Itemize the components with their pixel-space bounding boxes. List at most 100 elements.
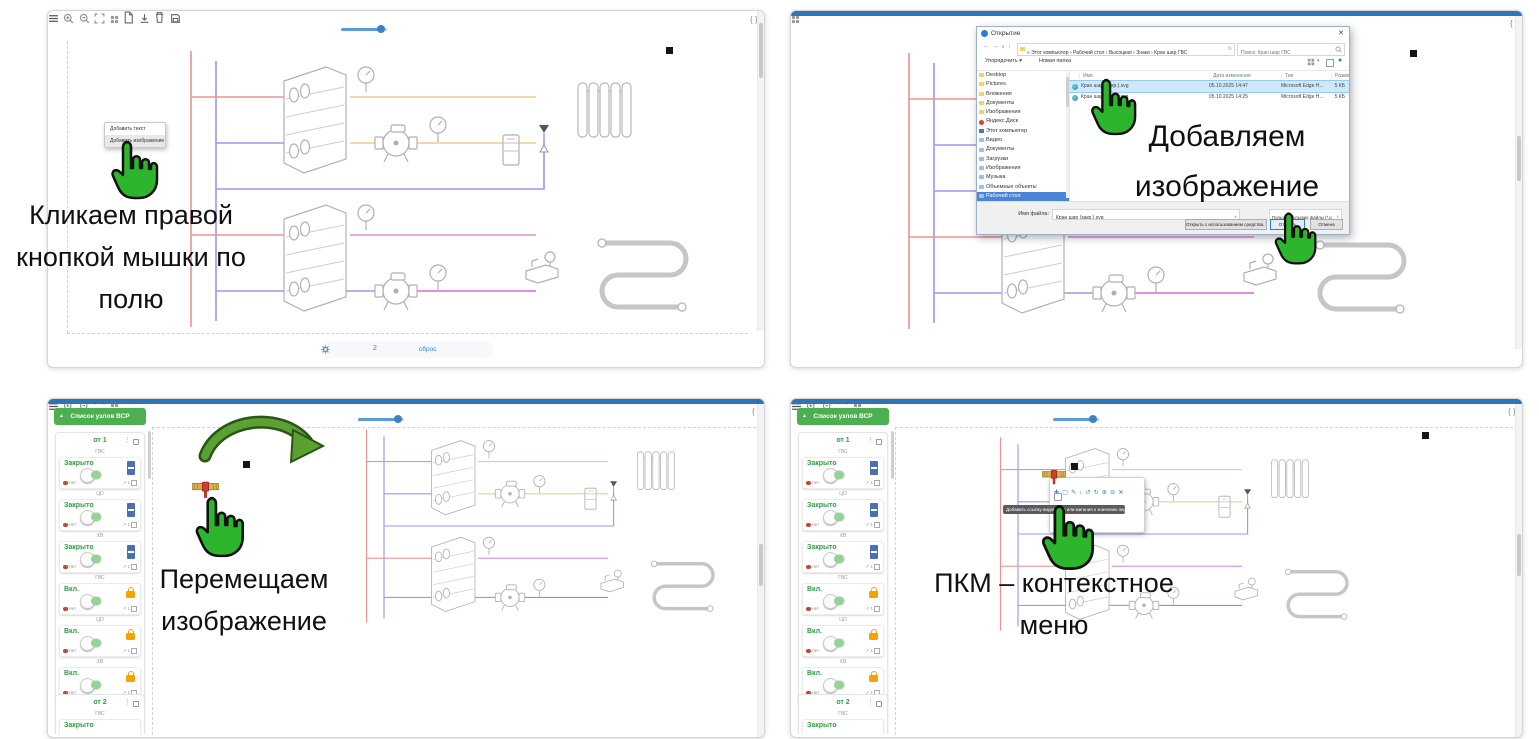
valve-card: Закрыто Нет ↗ 1	[59, 541, 141, 573]
kebab-icon[interactable]: ⋮	[867, 697, 874, 709]
valve-toggle[interactable]	[80, 552, 102, 567]
valve-device-icon	[127, 503, 135, 517]
popup-tool-icon[interactable]: ⊕	[1102, 481, 1107, 499]
valve-toggle[interactable]	[823, 594, 845, 609]
breadcrumb[interactable]: « Этот компьютер › Рабочий стол › Высоцк…	[1017, 42, 1235, 56]
folder-item[interactable]: Изображения	[977, 108, 1069, 117]
valve-toggle[interactable]	[80, 636, 102, 651]
popup-tool-icon[interactable]: ⊖	[1110, 481, 1115, 499]
kebab-icon[interactable]: ⋮	[124, 435, 131, 447]
organize-button[interactable]: Упорядочить ▾	[985, 58, 1022, 64]
valve-toggle[interactable]	[823, 552, 845, 567]
close-icon[interactable]: ✕	[1338, 29, 1344, 37]
lock-icon	[869, 587, 878, 598]
popup-tool-icon[interactable]: ↓	[1079, 481, 1082, 499]
selection-handle[interactable]	[243, 461, 250, 468]
selection-handle[interactable]	[666, 47, 673, 54]
menu-item-add-text[interactable]: Добавить текст	[105, 123, 165, 135]
gear-icon[interactable]	[321, 345, 330, 354]
dialog-title: Открытие	[991, 29, 1021, 37]
sidebar-scrollbar[interactable]	[891, 431, 894, 479]
open-with-button[interactable]: Открыть с использованием средства...	[1185, 219, 1267, 230]
view-dropdown-icon[interactable]: ▾	[1317, 58, 1320, 64]
popup-option-icon[interactable]	[1054, 493, 1062, 501]
forward-icon[interactable]: →	[992, 43, 999, 50]
page-number[interactable]: 2	[373, 345, 377, 352]
grid-mini-icon	[131, 648, 137, 654]
help-icon[interactable]: ●	[1338, 57, 1342, 64]
up-icon[interactable]: ↑	[1008, 43, 1011, 50]
kebab-icon[interactable]: ⋮	[124, 697, 131, 709]
pin-icon[interactable]	[133, 701, 139, 707]
valve-state: Закрыто	[64, 722, 94, 729]
valve-toggle[interactable]	[80, 678, 102, 693]
folder-item[interactable]: Рабочий стол	[977, 191, 1069, 202]
popup-tool-icon[interactable]: ↺	[1085, 481, 1090, 499]
reset-link[interactable]: сброс	[419, 346, 436, 353]
sidebar-header[interactable]: ▲ Список узлов ВСР	[54, 408, 146, 425]
pin-icon[interactable]	[133, 439, 139, 445]
folder-icon	[979, 175, 984, 180]
folder-item[interactable]: Загрузки	[977, 155, 1069, 164]
popup-tool-icon[interactable]: ✎	[1071, 481, 1076, 499]
group-title: от 2 ⋮	[59, 697, 141, 709]
column-size[interactable]: Размер	[1331, 72, 1349, 79]
valve-card: Закрыто Нет ↗ 1	[59, 499, 141, 531]
folder-item[interactable]: Вложения	[977, 90, 1069, 99]
column-type[interactable]: Тип	[1281, 72, 1293, 79]
collapse-icon[interactable]: ▲	[59, 408, 64, 425]
alarm-dot-icon	[806, 480, 811, 486]
folder-item[interactable]: Яндекс.Диск	[977, 117, 1069, 126]
node-group: от 2 ⋮ ГВС Закрыто	[55, 694, 145, 734]
view-icon[interactable]	[1307, 58, 1315, 66]
valve-meta: Нет ↗ 1	[63, 606, 137, 613]
folder-item[interactable]: Pictures	[977, 80, 1069, 89]
alarm-dot-icon	[63, 606, 68, 612]
new-folder-button[interactable]: Новая папка	[1039, 58, 1071, 64]
folder-item[interactable]: Видео	[977, 136, 1069, 145]
valve-toggle[interactable]	[823, 678, 845, 693]
folder-item[interactable]: Музыка	[977, 173, 1069, 182]
valve-toggle[interactable]	[823, 636, 845, 651]
valve-label: ГВС	[95, 575, 105, 581]
search-box[interactable]: Поиск: Кран шар ГВС	[1237, 42, 1345, 56]
sidebar-scrollbar[interactable]	[148, 431, 151, 479]
valve-toggle[interactable]	[80, 510, 102, 525]
valve-toggle[interactable]	[80, 594, 102, 609]
valve-meta: Нет ↗ 1	[806, 648, 880, 655]
refresh-icon[interactable]: ↻	[1228, 44, 1232, 55]
popup-tool-icon[interactable]: ↻	[1094, 481, 1099, 499]
folder-item[interactable]: Этот компьютер	[977, 127, 1069, 136]
scrollbar[interactable]	[1515, 16, 1522, 349]
popup-tool-icon[interactable]: ✕	[1118, 481, 1123, 499]
caption-panel2: Добавляем изображение	[1134, 120, 1320, 203]
pin-icon[interactable]	[876, 701, 882, 707]
folder-item[interactable]: Desktop	[977, 71, 1069, 80]
move-arrow	[198, 415, 325, 464]
folder-icon	[979, 166, 984, 171]
preview-pane-icon[interactable]	[1326, 58, 1334, 67]
folder-item[interactable]: Объемные объекты	[977, 183, 1069, 192]
nodes-sidebar: ▲ Список узлов ВСР от 1 ⋮ ГВС Закрыто Не…	[797, 408, 889, 734]
folder-item[interactable]: Документы	[977, 145, 1069, 154]
sidebar-header[interactable]: ▲ Список узлов ВСР	[797, 408, 889, 425]
collapse-icon[interactable]: ▲	[802, 408, 807, 425]
nodes-sidebar: ▲ Список узлов ВСР от 1 ⋮ ГВС Закрыто Не…	[54, 408, 146, 734]
valve-state: Закрыто	[64, 460, 94, 467]
selection-handle[interactable]	[1422, 432, 1429, 439]
valve-state: Вкл.	[807, 628, 823, 635]
folder-item[interactable]: Документы	[977, 99, 1069, 108]
column-date[interactable]: Дата изменения	[1209, 72, 1251, 79]
svg-file-icon	[1072, 94, 1078, 101]
kebab-icon[interactable]: ⋮	[867, 435, 874, 447]
valve-image[interactable]	[1042, 466, 1066, 485]
valve-toggle[interactable]	[80, 468, 102, 483]
selection-handle[interactable]	[1071, 463, 1078, 470]
back-icon[interactable]: ←	[983, 43, 990, 50]
selection-handle[interactable]	[1410, 50, 1417, 57]
valve-toggle[interactable]	[823, 510, 845, 525]
valve-toggle[interactable]	[823, 468, 845, 483]
pin-icon[interactable]	[876, 439, 882, 445]
folder-item[interactable]: Изображения	[977, 164, 1069, 173]
chevron-down-icon[interactable]: ∨	[1001, 44, 1005, 50]
